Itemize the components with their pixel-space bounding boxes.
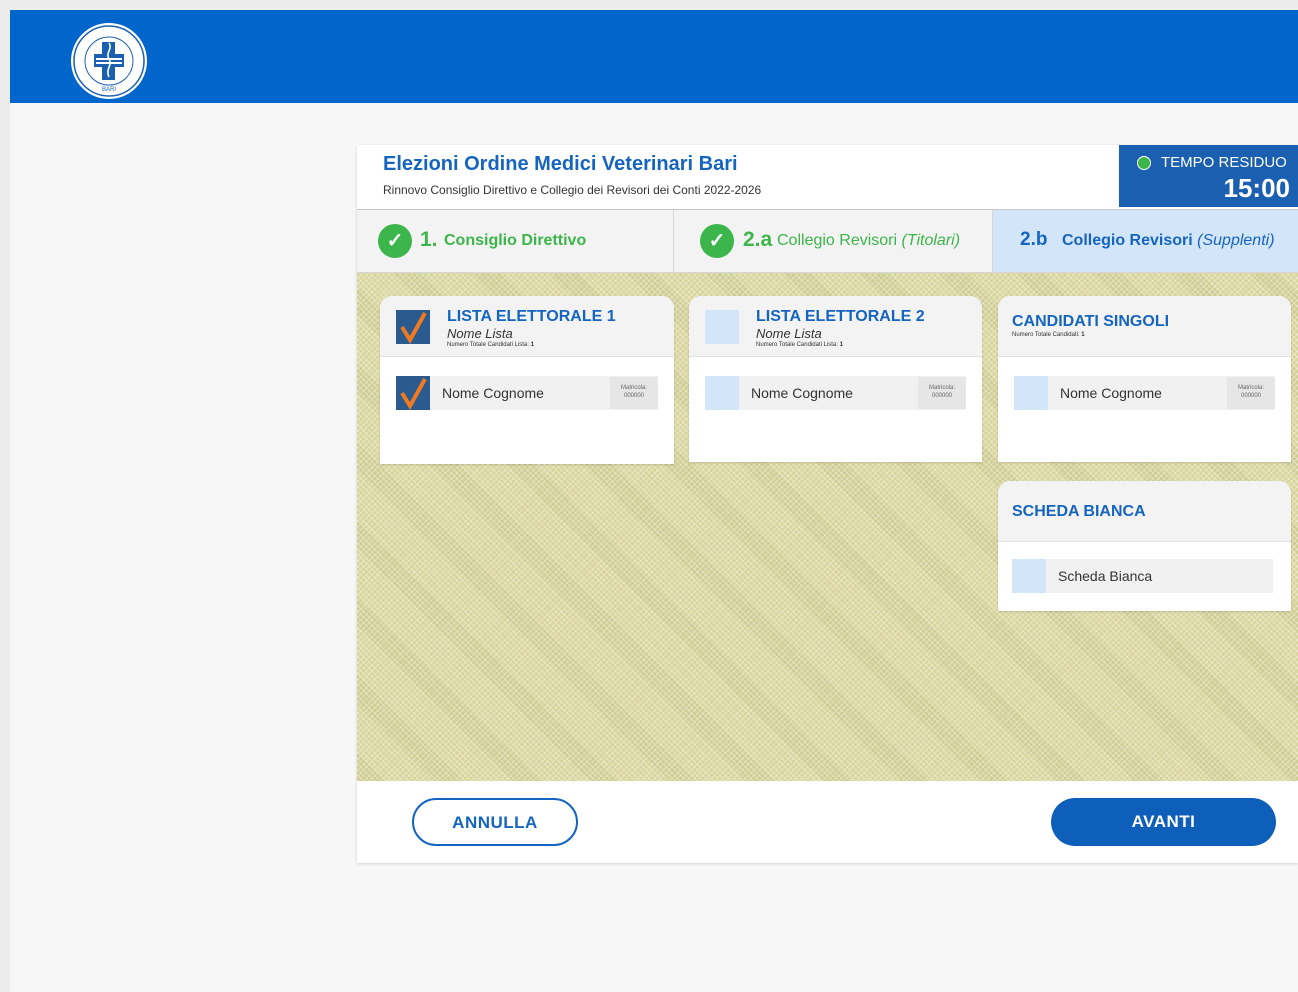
list-name: Nome Lista: [447, 326, 513, 341]
blank-ballot-title: SCHEDA BIANCA: [1012, 503, 1146, 520]
single-candidates-count: Numero Totale Candidati: 1: [1012, 332, 1085, 338]
list-title: LISTA ELETTORALE 2: [756, 308, 925, 325]
single-candidates-title: CANDIDATI SINGOLI: [1012, 313, 1170, 330]
check-circle-icon: ✓: [378, 224, 412, 258]
single-candidates-header: CANDIDATI SINGOLI Numero Totale Candidat…: [998, 296, 1291, 357]
step-label: Consiglio Direttivo: [444, 232, 587, 249]
status-dot-icon: [1137, 156, 1151, 170]
ballot-area: LISTA ELETTORALE 1 Nome Lista Numero Tot…: [357, 273, 1298, 781]
candidate-name: Nome Cognome: [1060, 385, 1162, 401]
steps-bar: ✓ 1. Consiglio Direttivo ✓ 2.a Collegio …: [357, 210, 1298, 273]
list-1-checkbox[interactable]: [396, 310, 430, 344]
top-bar: BARI: [10, 10, 1298, 103]
ballot-panel: Elezioni Ordine Medici Veterinari Bari R…: [357, 145, 1298, 863]
list-count: Numero Totale Candidati Lista: 1: [447, 342, 534, 348]
list-card-2: LISTA ELETTORALE 2 Nome Lista Numero Tot…: [689, 296, 982, 462]
timer-value: 15:00: [1223, 173, 1291, 203]
svg-text:BARI: BARI: [102, 87, 116, 93]
list-name: Nome Lista: [756, 326, 822, 341]
page-title: Elezioni Ordine Medici Veterinari Bari: [383, 153, 738, 175]
step-label: Collegio Revisori (Supplenti): [1062, 232, 1275, 249]
candidate-checkbox[interactable]: [1014, 376, 1048, 410]
single-candidates-card: CANDIDATI SINGOLI Numero Totale Candidat…: [998, 296, 1291, 462]
step-number: 2.b: [1020, 229, 1048, 250]
page-subtitle: Rinnovo Consiglio Direttivo e Collegio d…: [383, 183, 762, 197]
step-label: Collegio Revisori (Titolari): [777, 232, 961, 249]
candidate-name: Nome Cognome: [751, 385, 853, 401]
step-number: 2.a: [743, 228, 773, 251]
step-number: 1.: [420, 228, 438, 251]
list-header: LISTA ELETTORALE 1 Nome Lista Numero Tot…: [380, 296, 674, 357]
blank-ballot-checkbox[interactable]: [1012, 559, 1046, 593]
matricola-box: Matricola: 000000: [918, 377, 966, 409]
next-button[interactable]: AVANTI: [1051, 798, 1276, 846]
candidate-row[interactable]: Nome Cognome Matricola: 000000: [1014, 376, 1275, 410]
candidate-checkbox[interactable]: [705, 376, 739, 410]
cancel-button[interactable]: ANNULLA: [412, 798, 578, 846]
step-collegio-revisori-supplenti[interactable]: 2.b Collegio Revisori (Supplenti): [993, 210, 1298, 273]
candidate-row[interactable]: Nome Cognome Matricola: 000000: [396, 376, 658, 410]
candidate-row[interactable]: Nome Cognome Matricola: 000000: [705, 376, 966, 410]
list-header: LISTA ELETTORALE 2 Nome Lista Numero Tot…: [689, 296, 982, 357]
timer-label: TEMPO RESIDUO: [1161, 154, 1287, 171]
app-frame: BARI Elezioni Ordine Medici Veterinari B…: [10, 10, 1298, 992]
list-title: LISTA ELETTORALE 1: [447, 308, 616, 325]
matricola-box: Matricola: 000000: [1227, 377, 1275, 409]
candidate-name: Nome Cognome: [442, 385, 544, 401]
check-mark-icon: [400, 378, 427, 410]
blank-ballot-card: SCHEDA BIANCA Scheda Bianca: [998, 481, 1291, 611]
list-count: Numero Totale Candidati Lista: 1: [756, 342, 843, 348]
timer-box: TEMPO RESIDUO 15:00: [1119, 145, 1298, 207]
step-collegio-revisori-titolari[interactable]: ✓ 2.a Collegio Revisori (Titolari): [674, 210, 993, 273]
step-consiglio-direttivo[interactable]: ✓ 1. Consiglio Direttivo: [357, 210, 674, 273]
button-footer: ANNULLA AVANTI: [357, 781, 1298, 863]
list-card-1: LISTA ELETTORALE 1 Nome Lista Numero Tot…: [380, 296, 674, 464]
list-2-checkbox[interactable]: [705, 310, 739, 344]
blank-ballot-header: SCHEDA BIANCA: [998, 481, 1291, 542]
matricola-box: Matricola: 000000: [610, 377, 658, 409]
blank-ballot-option[interactable]: Scheda Bianca: [1012, 559, 1273, 593]
check-mark-icon: [400, 312, 427, 344]
blank-ballot-label: Scheda Bianca: [1058, 568, 1153, 584]
logo-icon: BARI: [71, 23, 147, 99]
candidate-checkbox[interactable]: [396, 376, 430, 410]
check-circle-icon: ✓: [700, 224, 734, 258]
